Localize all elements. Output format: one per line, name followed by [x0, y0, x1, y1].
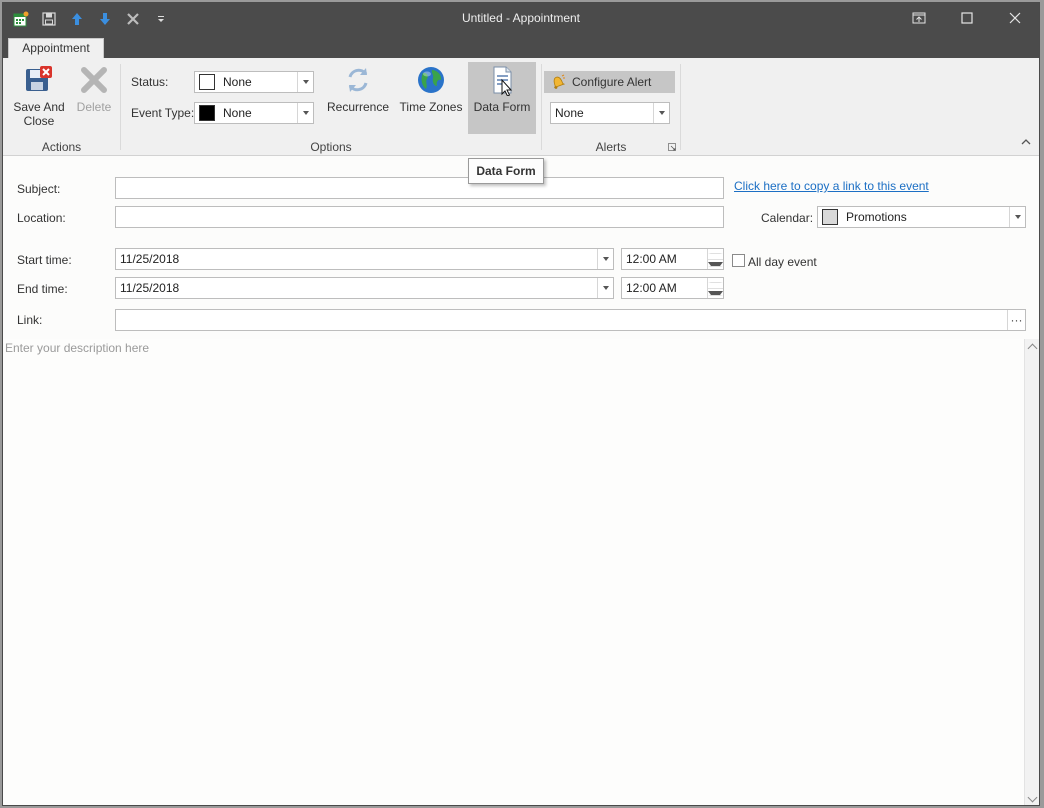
status-value: None: [223, 75, 252, 89]
start-time-down-icon[interactable]: [708, 260, 723, 270]
data-form-button[interactable]: Data Form: [468, 62, 536, 134]
close-x-icon[interactable]: [119, 9, 147, 29]
scroll-up-icon[interactable]: [1027, 343, 1038, 354]
arrow-down-icon[interactable]: [91, 9, 119, 29]
save-and-close-label-2: Close: [23, 114, 55, 128]
ribbon-separator: [680, 64, 681, 150]
recurrence-button[interactable]: Recurrence: [325, 62, 391, 132]
end-time-value: 12:00 AM: [626, 281, 677, 295]
customize-qat-icon[interactable]: [147, 9, 175, 29]
tab-strip: Appointment: [3, 33, 1039, 59]
recurrence-label: Recurrence: [326, 100, 390, 114]
dialog-launcher-icon[interactable]: [668, 143, 676, 151]
start-time-spinner[interactable]: 12:00 AM: [621, 248, 724, 270]
appointment-form: Subject: Click here to copy a link to th…: [3, 157, 1039, 805]
start-time-up-icon[interactable]: [708, 249, 723, 260]
location-label: Location:: [17, 211, 66, 225]
event-type-value: None: [223, 106, 252, 120]
save-icon[interactable]: [35, 9, 63, 29]
end-time-label: End time:: [17, 282, 68, 296]
data-form-tooltip: Data Form: [468, 158, 544, 184]
calendar-dropdown-arrow[interactable]: [1009, 207, 1025, 227]
location-input[interactable]: [115, 206, 724, 228]
save-and-close-button[interactable]: Save And Close: [9, 62, 69, 132]
time-zones-button[interactable]: Time Zones: [398, 62, 464, 132]
end-date-value: 11/25/2018: [120, 281, 180, 295]
all-day-label[interactable]: All day event: [748, 255, 817, 269]
delete-button[interactable]: Delete: [73, 62, 115, 132]
alerts-group: Alerts: [542, 58, 680, 156]
collapse-ribbon-icon[interactable]: [1021, 135, 1031, 149]
copy-link-link[interactable]: Click here to copy a link to this event: [734, 179, 929, 193]
status-dropdown[interactable]: None: [194, 71, 314, 93]
start-date-picker[interactable]: 11/25/2018: [115, 248, 614, 270]
alerts-group-label: Alerts: [595, 140, 627, 154]
time-zones-label: Time Zones: [399, 100, 463, 114]
subject-label: Subject:: [17, 182, 61, 196]
start-time-label: Start time:: [17, 253, 72, 267]
maximize-icon[interactable]: [943, 3, 991, 33]
status-dropdown-arrow[interactable]: [297, 72, 313, 92]
calendar-label: Calendar:: [761, 211, 814, 225]
event-type-color-swatch: [199, 105, 215, 121]
ribbon-display-icon[interactable]: [895, 3, 943, 33]
status-color-swatch: [199, 74, 215, 90]
arrow-up-icon[interactable]: [63, 9, 91, 29]
app-icon[interactable]: [7, 9, 35, 29]
end-time-up-icon[interactable]: [708, 278, 723, 289]
description-scrollbar[interactable]: [1024, 339, 1039, 805]
actions-group-label: Actions: [41, 140, 82, 154]
calendar-dropdown[interactable]: Promotions: [817, 206, 1026, 228]
close-window-icon[interactable]: [991, 3, 1039, 33]
start-date-value: 11/25/2018: [120, 252, 180, 266]
save-close-icon: [26, 66, 52, 91]
link-label: Link:: [17, 313, 43, 327]
event-type-label: Event Type:: [131, 106, 195, 120]
calendar-color-swatch: [822, 209, 838, 225]
calendar-value: Promotions: [846, 210, 907, 224]
description-editor[interactable]: Enter your description here: [3, 339, 1024, 805]
all-day-checkbox[interactable]: [732, 254, 745, 267]
subject-input[interactable]: [115, 177, 724, 199]
data-form-icon: [493, 66, 513, 96]
link-browse-button[interactable]: ···: [1007, 310, 1025, 330]
title-bar: Untitled - Appointment: [3, 3, 1039, 33]
status-label: Status:: [131, 75, 169, 89]
tab-appointment[interactable]: Appointment: [8, 38, 104, 59]
options-group-label: Options: [310, 140, 352, 154]
recurrence-icon: [348, 68, 368, 92]
ribbon: Save And Close Delete Actions Status: No…: [3, 58, 1039, 156]
actions-group: Save And Close Delete Actions: [3, 58, 120, 156]
end-time-spinner[interactable]: 12:00 AM: [621, 277, 724, 299]
quick-access-toolbar: [7, 9, 175, 29]
options-group: Status: None Event Type: None Recurrence…: [121, 58, 541, 156]
window-controls: [895, 3, 1039, 33]
delete-label: Delete: [76, 100, 112, 114]
globe-icon: [418, 67, 444, 93]
event-type-dropdown-arrow[interactable]: [297, 103, 313, 123]
data-form-label: Data Form: [473, 100, 531, 114]
end-date-dropdown-arrow[interactable]: [597, 278, 613, 298]
delete-icon: [81, 67, 107, 93]
event-type-dropdown[interactable]: None: [194, 102, 314, 124]
save-and-close-label-1: Save And: [13, 100, 65, 114]
end-date-picker[interactable]: 11/25/2018: [115, 277, 614, 299]
start-date-dropdown-arrow[interactable]: [597, 249, 613, 269]
end-time-down-icon[interactable]: [708, 289, 723, 299]
description-placeholder: Enter your description here: [5, 341, 150, 355]
appointment-window: Untitled - Appointment Appointment Save …: [2, 2, 1040, 806]
link-input[interactable]: ···: [115, 309, 1026, 331]
start-time-value: 12:00 AM: [626, 252, 677, 266]
scroll-down-icon[interactable]: [1027, 792, 1038, 803]
